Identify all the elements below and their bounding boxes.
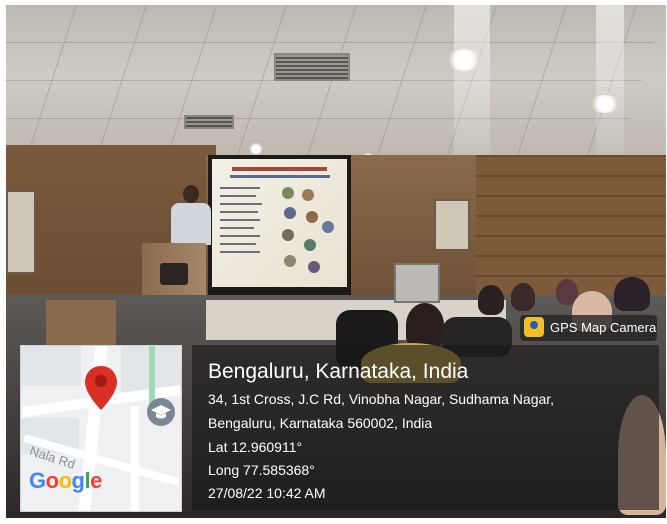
audience-member	[614, 277, 650, 311]
latitude: Lat 12.960911°	[208, 439, 303, 455]
map-pin-icon	[85, 366, 117, 410]
photo-frame: GPS Map Camera Nala Rd Google Bengaluru,…	[0, 0, 667, 524]
ceiling	[6, 5, 666, 165]
ceiling-light	[590, 95, 620, 113]
light-beam	[454, 5, 490, 175]
location-title: Bengaluru, Karnataka, India	[208, 360, 469, 383]
audience-member	[406, 303, 444, 347]
map-thumbnail: Nala Rd Google	[20, 345, 182, 512]
address-line-2: Bengaluru, Karnataka 560002, India	[208, 415, 433, 431]
right-wall	[476, 155, 666, 295]
timestamp: 27/08/22 10:42 AM	[208, 485, 326, 501]
ceiling-vent	[274, 53, 350, 81]
gps-camera-badge: GPS Map Camera	[520, 315, 657, 341]
graduation-cap-icon	[147, 398, 175, 426]
podium-logo	[160, 263, 188, 285]
ceiling-light	[249, 143, 263, 155]
google-logo: Google	[29, 468, 102, 493]
speaker-person	[171, 185, 215, 245]
audience-member	[478, 285, 504, 315]
ceiling-vent	[184, 115, 234, 129]
wall-door	[6, 190, 36, 274]
equipment-cabinet	[394, 263, 440, 303]
ceiling-light	[446, 49, 482, 71]
wall-window	[434, 199, 470, 251]
gps-camera-icon	[524, 317, 544, 337]
address-line-1: 34, 1st Cross, J.C Rd, Vinobha Nagar, Su…	[208, 391, 555, 407]
light-beam	[596, 5, 624, 165]
audience-member	[511, 283, 535, 311]
projection-screen	[208, 155, 351, 295]
presentation-slide	[212, 159, 347, 287]
gps-camera-label: GPS Map Camera	[550, 320, 657, 335]
longitude: Long 77.585368°	[208, 462, 315, 478]
